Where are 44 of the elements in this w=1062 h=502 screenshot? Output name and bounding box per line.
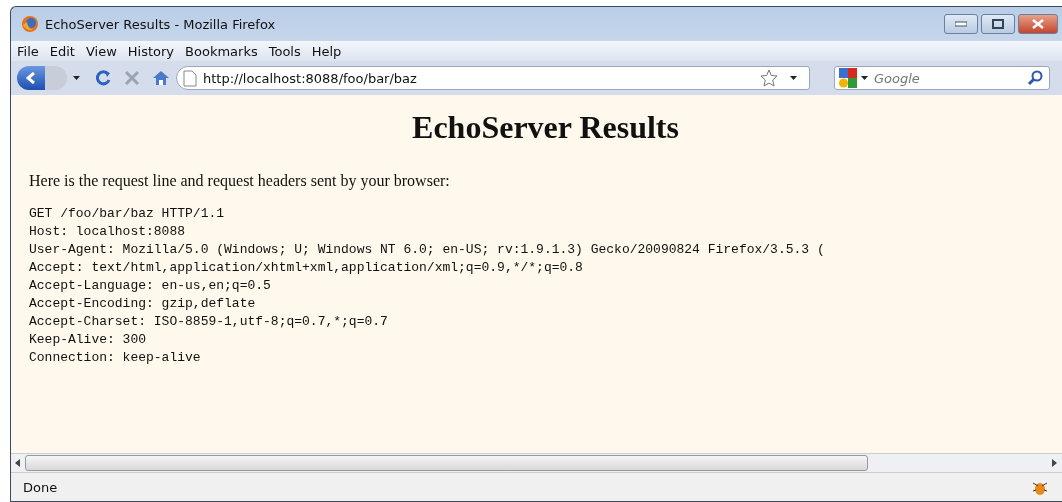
google-logo-icon[interactable]: [839, 68, 857, 88]
minimize-icon: [955, 21, 967, 27]
back-button[interactable]: [17, 66, 45, 90]
menu-item[interactable]: Tools: [268, 43, 301, 59]
scroll-right-icon[interactable]: [1052, 459, 1058, 467]
header-line: User-Agent: Mozilla/5.0 (Windows; U; Windows NT 6.0; en-US; rv:1.9.1.3) Gecko/20090824 Firefox/3.5.3 (: [29, 241, 826, 259]
header-line: Accept-Language: en-us,en;q=0.5: [29, 277, 272, 295]
search-icon[interactable]: [1027, 70, 1043, 86]
menu-item[interactable]: History: [127, 43, 175, 59]
maximize-button[interactable]: [981, 14, 1015, 34]
close-button[interactable]: [1018, 14, 1058, 34]
header-line: Accept: text/html,application/xhtml+xml,application/xml;q=0.9,*/*;q=0.8: [29, 259, 584, 277]
minimize-button[interactable]: [944, 14, 978, 34]
status-text: Done: [23, 479, 58, 495]
menu-item[interactable]: Help: [311, 43, 342, 59]
search-input[interactable]: Google: [872, 69, 1023, 87]
menu-item[interactable]: Bookmarks: [185, 43, 258, 59]
page-icon: [183, 69, 197, 87]
header-line: GET /foo/bar/baz HTTP/1.1: [29, 205, 226, 223]
star-icon[interactable]: [760, 69, 778, 87]
menu-item[interactable]: View: [85, 43, 117, 59]
menu-item[interactable]: File: [17, 43, 39, 59]
firefox-logo-icon: [21, 15, 39, 33]
window-title: EchoServer Results - Mozilla Firefox: [45, 16, 276, 32]
scrollbar-thumb[interactable]: [25, 455, 868, 471]
menu-item[interactable]: Edit: [49, 43, 75, 59]
caret-icon[interactable]: [790, 76, 797, 80]
header-line: Accept-Encoding: gzip,deflate: [29, 295, 257, 313]
url-input[interactable]: http://localhost:8088/foo/bar/baz: [203, 70, 754, 86]
header-line: Keep-Alive: 300: [29, 331, 148, 349]
reload-icon[interactable]: [94, 69, 112, 87]
intro-text: Here is the request line and request headers sent by your browser:: [29, 172, 451, 190]
header-line: Accept-Charset: ISO-8859-1,utf-8;q=0.7,*;q=0.7: [29, 313, 389, 331]
maximize-icon: [992, 19, 1004, 29]
caret-icon[interactable]: [861, 76, 868, 80]
home-icon[interactable]: [152, 70, 170, 86]
address-bar[interactable]: http://localhost:8088/foo/bar/baz: [176, 66, 810, 90]
header-line: Host: localhost:8088: [29, 223, 187, 241]
search-bar[interactable]: Google: [834, 66, 1050, 90]
page-heading: EchoServer Results: [411, 109, 680, 146]
scroll-left-icon[interactable]: [15, 459, 21, 467]
caret-icon[interactable]: [73, 76, 80, 80]
close-icon: [1032, 19, 1044, 29]
header-line: Connection: keep-alive: [29, 349, 202, 367]
